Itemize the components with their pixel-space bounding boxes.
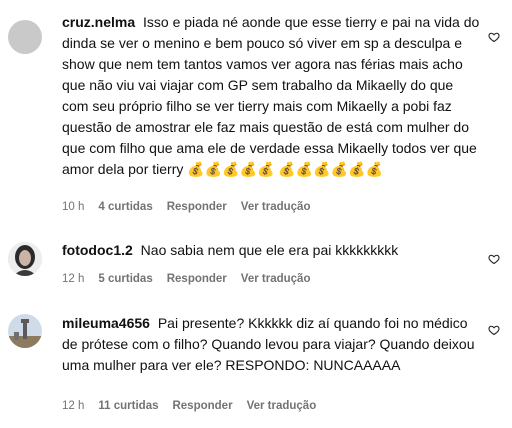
reply-button[interactable]: Responder — [167, 201, 227, 213]
comment-username[interactable]: mileuma4656 — [62, 315, 150, 331]
translate-button[interactable]: Ver tradução — [241, 273, 311, 285]
likes-count[interactable]: 5 curtidas — [98, 273, 152, 285]
avatar-photo — [8, 314, 42, 348]
comment-meta: 12 h 11 curtidas Responder Ver tradução — [62, 400, 316, 412]
heart-icon[interactable] — [488, 253, 500, 265]
comment-body: fotodoc1.2 Nao sabia nem que ele era pai… — [62, 240, 482, 261]
comment-text: Isso e piada né aonde que esse tierry e … — [62, 14, 480, 177]
comment-body: mileuma4656 Pai presente? Kkkkkk diz aí … — [62, 313, 482, 376]
heart-icon[interactable] — [488, 324, 500, 336]
comment-meta: 12 h 5 curtidas Responder Ver tradução — [62, 273, 310, 285]
comment-username[interactable]: fotodoc1.2 — [62, 242, 133, 258]
likes-count[interactable]: 4 curtidas — [98, 201, 152, 213]
reply-button[interactable]: Responder — [172, 400, 232, 412]
comment-meta: 10 h 4 curtidas Responder Ver tradução — [62, 201, 310, 213]
heart-icon[interactable] — [488, 31, 500, 43]
avatar[interactable] — [8, 314, 42, 348]
comment-time: 12 h — [62, 273, 85, 285]
avatar[interactable] — [8, 242, 42, 276]
avatar-photo — [8, 242, 42, 276]
comment-time: 10 h — [62, 201, 85, 213]
likes-count[interactable]: 11 curtidas — [98, 400, 158, 412]
comment-username[interactable]: cruz.nelma — [62, 14, 135, 30]
translate-button[interactable]: Ver tradução — [241, 201, 311, 213]
comment-text: Nao sabia nem que ele era pai kkkkkkkkk — [140, 242, 399, 258]
comment-time: 12 h — [62, 400, 85, 412]
avatar[interactable] — [8, 20, 42, 54]
reply-button[interactable]: Responder — [167, 273, 227, 285]
comment-body: cruz.nelma Isso e piada né aonde que ess… — [62, 12, 482, 180]
translate-button[interactable]: Ver tradução — [247, 400, 317, 412]
